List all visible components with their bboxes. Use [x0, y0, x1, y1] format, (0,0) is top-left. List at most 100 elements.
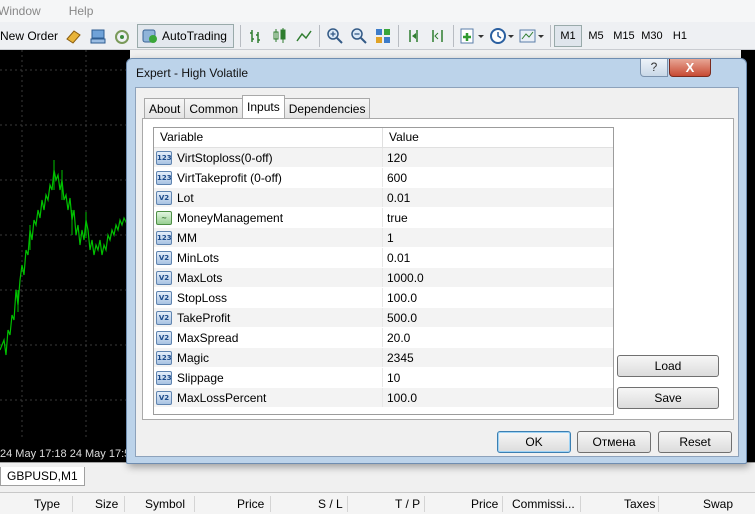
- save-button[interactable]: Save: [617, 387, 719, 409]
- variable-cell: 123 VirtTakeprofit (0-off): [154, 168, 383, 187]
- new-order-label: New Order: [0, 28, 59, 43]
- grid-row[interactable]: V2 StopLoss 100.0: [154, 288, 613, 308]
- bar-chart-icon[interactable]: [244, 24, 268, 48]
- col-tp[interactable]: T / P: [395, 497, 420, 511]
- help-button[interactable]: ?: [640, 59, 668, 77]
- chart-shift-icon[interactable]: [426, 24, 450, 48]
- double-type-icon: V2: [156, 190, 172, 205]
- grid-row[interactable]: V2 TakeProfit 500.0: [154, 308, 613, 328]
- chart-tab-strip: GBPUSD,M1: [0, 462, 755, 486]
- variable-cell: V2 MaxLots: [154, 268, 383, 287]
- col-sl[interactable]: S / L: [318, 497, 343, 511]
- value-cell[interactable]: 1: [383, 228, 394, 247]
- variable-name: MM: [177, 230, 197, 245]
- col-size[interactable]: Size: [95, 497, 118, 511]
- timeframe-m1[interactable]: M1: [553, 24, 582, 47]
- value-cell[interactable]: 120: [383, 148, 407, 167]
- periods-clock-icon[interactable]: [487, 24, 517, 48]
- templates-icon[interactable]: [517, 24, 547, 48]
- value-cell[interactable]: 2345: [383, 348, 414, 367]
- grid-row[interactable]: 123 VirtStoploss(0-off) 120: [154, 148, 613, 168]
- variable-cell: ~ MoneyManagement: [154, 208, 383, 227]
- grid-row[interactable]: 123 Slippage 10: [154, 368, 613, 388]
- metaeditor-icon[interactable]: [62, 24, 86, 48]
- grid-row[interactable]: ~ MoneyManagement true: [154, 208, 613, 228]
- signals-icon[interactable]: [110, 24, 134, 48]
- col-symbol[interactable]: Symbol: [145, 497, 185, 511]
- double-type-icon: V2: [156, 310, 172, 325]
- cancel-button[interactable]: Отмена: [577, 431, 651, 453]
- zoom-in-icon[interactable]: [323, 24, 347, 48]
- value-cell[interactable]: 500.0: [383, 308, 417, 327]
- value-cell[interactable]: 0.01: [383, 248, 410, 267]
- value-cell[interactable]: true: [383, 208, 408, 227]
- menu-window[interactable]: Window: [0, 4, 53, 18]
- grid-row[interactable]: V2 MaxSpread 20.0: [154, 328, 613, 348]
- col-swap[interactable]: Swap: [703, 497, 733, 511]
- variable-cell: 123 Slippage: [154, 368, 383, 387]
- value-cell[interactable]: 100.0: [383, 288, 417, 307]
- value-cell[interactable]: 100.0: [383, 388, 417, 407]
- price-chart[interactable]: 24 May 17:18 24 May 17:50: [0, 50, 130, 462]
- col-commission[interactable]: Commissi...: [512, 497, 575, 511]
- indicators-icon[interactable]: [457, 24, 487, 48]
- timeframe-m5[interactable]: M5: [582, 30, 610, 42]
- grid-row[interactable]: 123 VirtTakeprofit (0-off) 600: [154, 168, 613, 188]
- dialog-title: Expert - High Volatile: [136, 66, 249, 80]
- grid-rows: 123 VirtStoploss(0-off) 120 123 VirtTakeprof…: [154, 148, 613, 408]
- dialog-tabs: About Common Inputs Dependencies: [144, 95, 371, 118]
- zoom-out-icon[interactable]: [347, 24, 371, 48]
- variable-name: MaxLossPercent: [177, 390, 267, 405]
- tab-about[interactable]: About: [144, 98, 186, 118]
- double-type-icon: V2: [156, 290, 172, 305]
- chart-tab-gbpusd[interactable]: GBPUSD,M1: [0, 467, 85, 486]
- column-divider: [72, 496, 73, 512]
- variable-cell: 123 MM: [154, 228, 383, 247]
- load-button[interactable]: Load: [617, 355, 719, 377]
- tab-inputs[interactable]: Inputs: [242, 95, 285, 118]
- value-cell[interactable]: 0.01: [383, 188, 410, 207]
- integer-type-icon: 123: [156, 150, 172, 165]
- tab-common[interactable]: Common: [184, 98, 244, 118]
- grid-row[interactable]: V2 MinLots 0.01: [154, 248, 613, 268]
- grid-row[interactable]: 123 Magic 2345: [154, 348, 613, 368]
- value-cell[interactable]: 10: [383, 368, 400, 387]
- variable-name: StopLoss: [177, 290, 228, 305]
- tile-windows-icon[interactable]: [371, 24, 395, 48]
- timeframe-m15[interactable]: M15: [610, 30, 638, 42]
- grid-row[interactable]: 123 MM 1: [154, 228, 613, 248]
- col-type[interactable]: Type: [34, 497, 60, 511]
- grid-row[interactable]: V2 MaxLots 1000.0: [154, 268, 613, 288]
- line-chart-icon[interactable]: [292, 24, 316, 48]
- variable-name: MoneyManagement: [177, 210, 284, 225]
- grid-row[interactable]: V2 MaxLossPercent 100.0: [154, 388, 613, 408]
- column-variable[interactable]: Variable: [154, 128, 383, 147]
- auto-scroll-icon[interactable]: [402, 24, 426, 48]
- ok-button[interactable]: OK: [497, 431, 571, 453]
- column-value[interactable]: Value: [383, 128, 419, 147]
- timeframe-m30[interactable]: M30: [638, 30, 666, 42]
- integer-type-icon: 123: [156, 230, 172, 245]
- candlestick-chart-icon[interactable]: [268, 24, 292, 48]
- variable-cell: V2 Lot: [154, 188, 383, 207]
- variable-cell: V2 StopLoss: [154, 288, 383, 307]
- chart-canvas: [0, 50, 130, 440]
- tab-dependencies[interactable]: Dependencies: [283, 98, 371, 118]
- toolbar-separator: [549, 24, 551, 47]
- integer-type-icon: 123: [156, 370, 172, 385]
- close-button[interactable]: X: [669, 59, 711, 77]
- col-price-2[interactable]: Price: [471, 497, 498, 511]
- value-cell[interactable]: 600: [383, 168, 407, 187]
- reset-button[interactable]: Reset: [658, 431, 732, 453]
- timeframe-h1[interactable]: H1: [666, 30, 694, 42]
- market-watch-icon[interactable]: [86, 24, 110, 48]
- new-order-button[interactable]: New Order: [0, 24, 62, 48]
- menu-help[interactable]: Help: [69, 4, 106, 18]
- variable-name: VirtStoploss(0-off): [177, 150, 273, 165]
- autotrading-button[interactable]: AutoTrading: [137, 23, 234, 48]
- value-cell[interactable]: 1000.0: [383, 268, 424, 287]
- value-cell[interactable]: 20.0: [383, 328, 410, 347]
- grid-row[interactable]: V2 Lot 0.01: [154, 188, 613, 208]
- col-taxes[interactable]: Taxes: [624, 497, 655, 511]
- col-price[interactable]: Price: [237, 497, 264, 511]
